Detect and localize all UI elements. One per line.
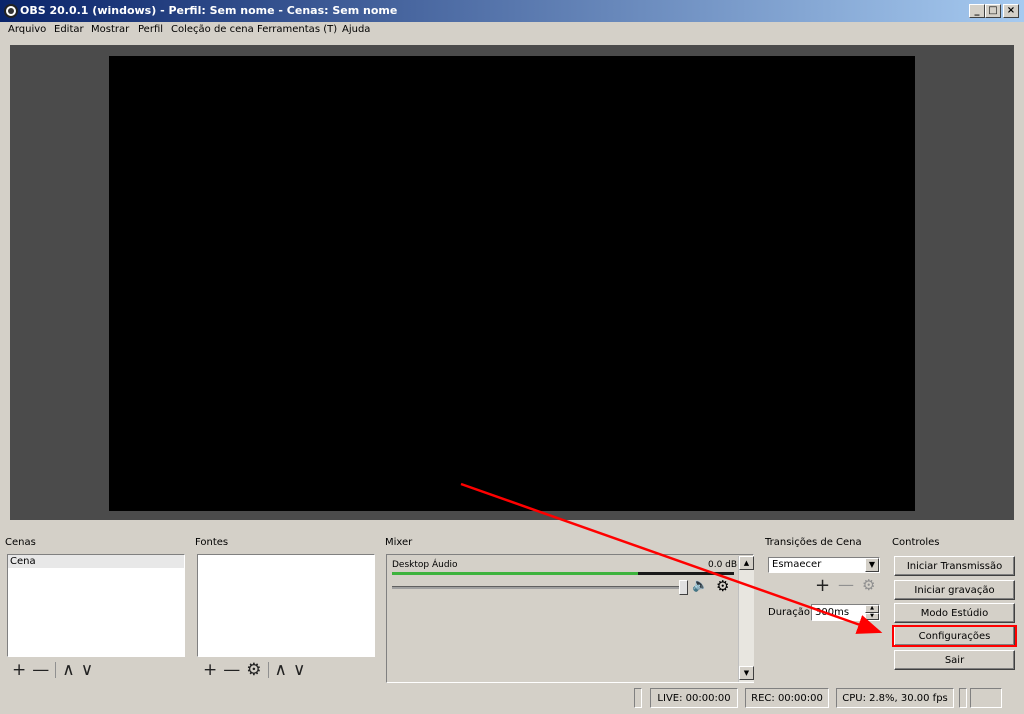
annotation-overlay	[460, 482, 883, 634]
status-live: LIVE: 00:00:00	[650, 688, 738, 708]
status-cpu: CPU: 2.8%, 30.00 fps	[836, 688, 954, 708]
annotation-arrow	[460, 482, 883, 634]
annotation-highlight-box	[892, 625, 1017, 647]
status-cell-empty	[959, 688, 967, 708]
status-cell-empty	[970, 688, 1002, 708]
status-cell-empty	[634, 688, 642, 708]
status-rec: REC: 00:00:00	[745, 688, 829, 708]
